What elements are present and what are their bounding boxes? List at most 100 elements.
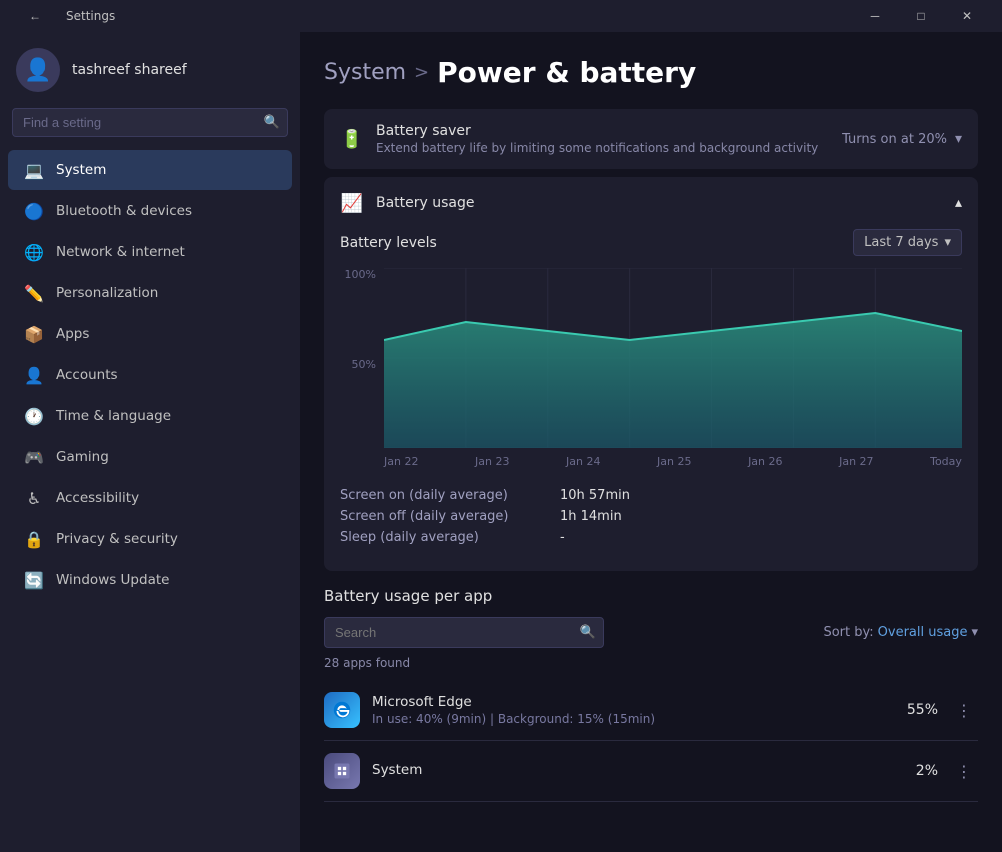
sidebar-search-box: 🔍 <box>12 108 288 137</box>
sidebar-item-apps[interactable]: 📦 Apps <box>8 314 292 354</box>
close-icon: ✕ <box>962 9 972 23</box>
main-content: System > Power & battery 🔋 Battery saver… <box>300 32 1002 852</box>
app-more-edge[interactable]: ⋮ <box>950 696 978 724</box>
bluetooth-icon: 🔵 <box>24 201 44 221</box>
sidebar-item-system[interactable]: 💻 System <box>8 150 292 190</box>
per-app-section: Battery usage per app 🔍 Sort by: Overall… <box>324 587 978 802</box>
minimize-button[interactable]: ─ <box>852 0 898 32</box>
back-button[interactable]: ← <box>12 0 58 32</box>
app-search-row: 🔍 Sort by: Overall usage ▾ <box>324 617 978 648</box>
system-icon: 💻 <box>24 160 44 180</box>
app-usage-edge: 55% <box>907 702 938 718</box>
update-icon: 🔄 <box>24 570 44 590</box>
chart-x-label-jan26: Jan 26 <box>748 455 782 468</box>
battery-saver-header-left: 🔋 Battery saver Extend battery life by l… <box>340 123 818 155</box>
app-name-edge: Microsoft Edge <box>372 694 907 710</box>
period-chevron: ▾ <box>944 235 951 250</box>
sidebar-item-label-system: System <box>56 162 106 178</box>
titlebar-left: ← Settings <box>12 0 115 32</box>
username: tashreef shareef <box>72 62 187 78</box>
period-dropdown[interactable]: Last 7 days ▾ <box>853 229 962 256</box>
stat-screen-off: Screen off (daily average) 1h 14min <box>340 509 962 524</box>
app-more-system[interactable]: ⋮ <box>950 757 978 785</box>
battery-usage-title: Battery usage <box>376 195 475 211</box>
apps-icon: 📦 <box>24 324 44 344</box>
sort-by-label: Sort by: <box>823 625 873 640</box>
sidebar-item-bluetooth[interactable]: 🔵 Bluetooth & devices <box>8 191 292 231</box>
sidebar-item-accounts[interactable]: 👤 Accounts <box>8 355 292 395</box>
app-icon-edge <box>324 692 360 728</box>
stats-section: Screen on (daily average) 10h 57min Scre… <box>340 476 962 555</box>
app-search-input[interactable] <box>324 617 604 648</box>
app-icon-system <box>324 753 360 789</box>
app-row-edge: Microsoft Edge In use: 40% (9min) | Back… <box>324 680 978 741</box>
battery-chart-section: Battery levels Last 7 days ▾ 100% 50% <box>324 229 978 571</box>
sidebar-item-time[interactable]: 🕐 Time & language <box>8 396 292 436</box>
stat-screen-off-label: Screen off (daily average) <box>340 509 560 524</box>
privacy-icon: 🔒 <box>24 529 44 549</box>
search-icon: 🔍 <box>264 115 280 130</box>
search-input[interactable] <box>12 108 288 137</box>
personalization-icon: ✏️ <box>24 283 44 303</box>
app-body: 👤 tashreef shareef 🔍 💻 System 🔵 Bluetoot… <box>0 32 1002 852</box>
chart-x-label-jan22: Jan 22 <box>384 455 418 468</box>
sidebar-item-accessibility[interactable]: ♿ Accessibility <box>8 478 292 518</box>
per-app-title: Battery usage per app <box>324 587 978 605</box>
close-button[interactable]: ✕ <box>944 0 990 32</box>
battery-saver-status: Turns on at 20% <box>842 132 947 147</box>
time-icon: 🕐 <box>24 406 44 426</box>
app-search-icon: 🔍 <box>580 625 596 640</box>
battery-chart: 100% 50% <box>340 268 962 468</box>
app-usage-system: 2% <box>916 763 938 779</box>
titlebar-title: Settings <box>66 9 115 23</box>
sidebar-item-label-accessibility: Accessibility <box>56 490 139 506</box>
sidebar-item-label-apps: Apps <box>56 326 89 342</box>
avatar-icon: 👤 <box>24 58 51 83</box>
app-detail-edge: In use: 40% (9min) | Background: 15% (15… <box>372 712 907 726</box>
sidebar-item-gaming[interactable]: 🎮 Gaming <box>8 437 292 477</box>
battery-saver-title: Battery saver <box>376 123 818 139</box>
app-info-edge: Microsoft Edge In use: 40% (9min) | Back… <box>372 694 907 726</box>
maximize-button[interactable]: □ <box>898 0 944 32</box>
battery-usage-chevron: ▴ <box>955 195 962 211</box>
network-icon: 🌐 <box>24 242 44 262</box>
sidebar-item-personalization[interactable]: ✏️ Personalization <box>8 273 292 313</box>
chart-area <box>384 268 962 448</box>
sidebar-item-label-update: Windows Update <box>56 572 169 588</box>
minimize-icon: ─ <box>871 9 880 23</box>
avatar[interactable]: 👤 <box>16 48 60 92</box>
sidebar-item-label-accounts: Accounts <box>56 367 118 383</box>
sidebar-item-label-network: Network & internet <box>56 244 185 260</box>
stat-screen-on: Screen on (daily average) 10h 57min <box>340 488 962 503</box>
breadcrumb-current: Power & battery <box>437 56 696 89</box>
sidebar-item-privacy[interactable]: 🔒 Privacy & security <box>8 519 292 559</box>
battery-saver-card: 🔋 Battery saver Extend battery life by l… <box>324 109 978 169</box>
stat-sleep: Sleep (daily average) - <box>340 530 962 545</box>
titlebar-controls: ─ □ ✕ <box>852 0 990 32</box>
breadcrumb-parent[interactable]: System <box>324 60 406 85</box>
battery-usage-header-left: 📈 Battery usage <box>340 191 475 215</box>
gaming-icon: 🎮 <box>24 447 44 467</box>
battery-levels-title: Battery levels <box>340 235 437 251</box>
sort-by-value: Overall usage <box>878 625 968 640</box>
app-row-system: System 2% ⋮ <box>324 741 978 802</box>
chart-x-label-jan24: Jan 24 <box>566 455 600 468</box>
stat-sleep-value: - <box>560 530 565 545</box>
back-icon: ← <box>29 9 41 23</box>
sort-chevron: ▾ <box>971 625 978 640</box>
user-section: 👤 tashreef shareef <box>0 32 300 104</box>
sidebar-item-network[interactable]: 🌐 Network & internet <box>8 232 292 272</box>
sidebar-item-update[interactable]: 🔄 Windows Update <box>8 560 292 600</box>
chart-x-labels: Jan 22 Jan 23 Jan 24 Jan 25 Jan 26 Jan 2… <box>384 455 962 468</box>
period-label: Last 7 days <box>864 235 938 250</box>
sort-by-dropdown[interactable]: Sort by: Overall usage ▾ <box>823 625 978 640</box>
sidebar-item-label-time: Time & language <box>56 408 171 424</box>
battery-saver-chevron: ▾ <box>955 131 962 147</box>
battery-saver-header[interactable]: 🔋 Battery saver Extend battery life by l… <box>324 109 978 169</box>
nav-list: 💻 System 🔵 Bluetooth & devices 🌐 Network… <box>0 149 300 601</box>
battery-usage-icon: 📈 <box>340 191 364 215</box>
app-info-system: System <box>372 762 916 780</box>
battery-usage-header[interactable]: 📈 Battery usage ▴ <box>324 177 978 229</box>
app-name-system: System <box>372 762 916 778</box>
sidebar-item-label-gaming: Gaming <box>56 449 109 465</box>
